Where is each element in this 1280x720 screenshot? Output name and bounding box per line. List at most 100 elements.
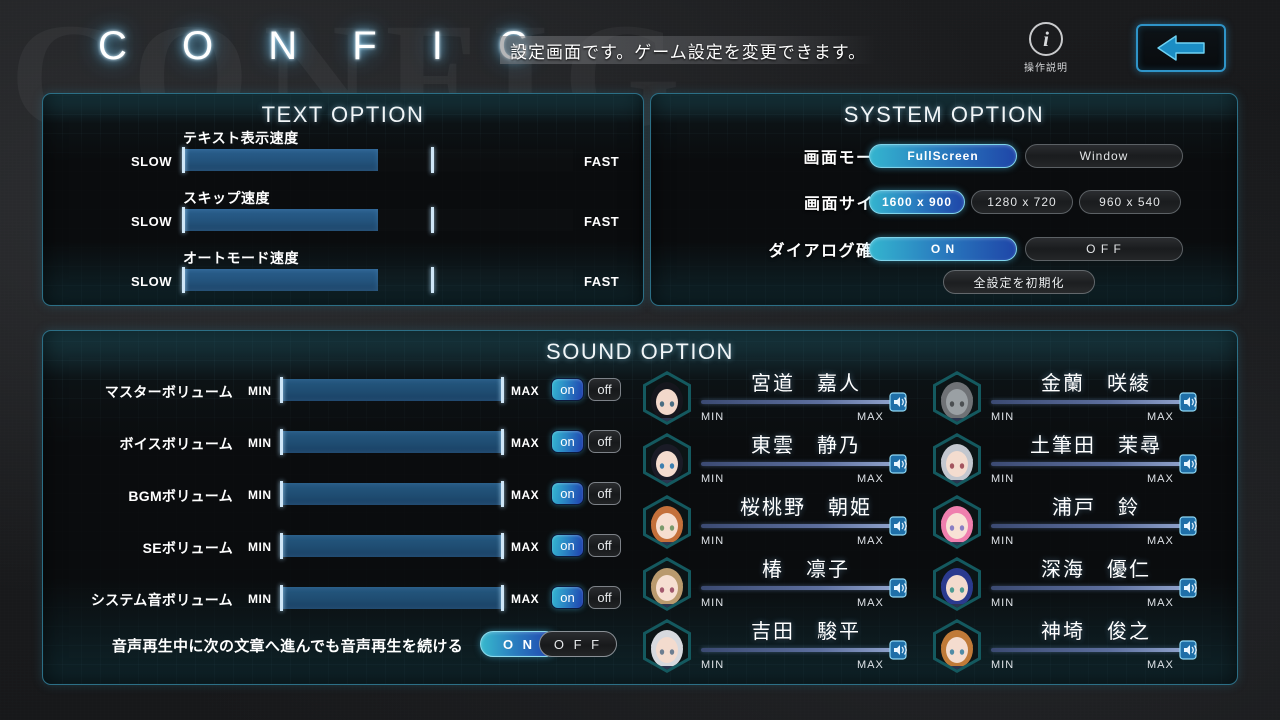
avatar[interactable] xyxy=(933,619,981,673)
speaker-icon[interactable] xyxy=(889,516,911,536)
character-volume-slider[interactable] xyxy=(991,462,1189,466)
character-name: 浦戸 鈴 xyxy=(1052,497,1140,519)
character-voice-cell: 金蘭 咲綾 MIN MAX xyxy=(933,371,1201,433)
character-volume-slider[interactable] xyxy=(991,524,1189,528)
volume-knob[interactable] xyxy=(501,429,504,455)
volume-on-button[interactable]: on xyxy=(551,430,584,453)
volume-on-button[interactable]: on xyxy=(551,534,584,557)
volume-slider[interactable] xyxy=(280,429,504,455)
volume-off-button[interactable]: off xyxy=(588,430,621,453)
continue-voice-off-button[interactable]: O F F xyxy=(539,631,617,657)
screen-mode-fullscreen-button[interactable]: FullScreen xyxy=(869,144,1017,168)
volume-on-button[interactable]: on xyxy=(551,482,584,505)
volume-off-button[interactable]: off xyxy=(588,482,621,505)
character-portrait-icon xyxy=(646,436,688,484)
character-volume-slider[interactable] xyxy=(701,400,899,404)
speaker-icon[interactable] xyxy=(1179,640,1201,660)
dialog-confirm-on-button[interactable]: O N xyxy=(869,237,1017,261)
screen-mode-window-button[interactable]: Window xyxy=(1025,144,1183,168)
volume-label: ボイスボリューム xyxy=(119,436,233,452)
character-volume-slider[interactable] xyxy=(701,648,899,652)
avatar[interactable] xyxy=(933,433,981,487)
volume-off-button[interactable]: off xyxy=(588,534,621,557)
volume-slider[interactable] xyxy=(280,377,504,403)
volume-row: マスターボリューム MIN MAX on off xyxy=(43,377,653,409)
volume-off-button[interactable]: off xyxy=(588,378,621,401)
volume-on-button[interactable]: on xyxy=(551,586,584,609)
avatar[interactable] xyxy=(643,557,691,611)
screen-mode-label: 画面モード xyxy=(803,150,891,167)
avatar[interactable] xyxy=(933,557,981,611)
volume-knob-min xyxy=(280,377,283,403)
auto-speed-min-label: SLOW xyxy=(131,274,172,289)
skip-speed-knob[interactable] xyxy=(182,207,185,233)
character-volume-slider[interactable] xyxy=(701,462,899,466)
volume-slider[interactable] xyxy=(280,585,504,611)
dialog-confirm-off-button[interactable]: O F F xyxy=(1025,237,1183,261)
screen-size-960x540-button[interactable]: 960 x 540 xyxy=(1079,190,1181,214)
volume-knob[interactable] xyxy=(501,533,504,559)
auto-speed-slider[interactable] xyxy=(182,267,573,293)
text-speed-knob[interactable] xyxy=(182,147,185,173)
text-speed-slider[interactable] xyxy=(182,147,573,173)
volume-row: SEボリューム MIN MAX on off xyxy=(43,533,653,565)
volume-label: システム音ボリューム xyxy=(90,592,233,608)
volume-fill xyxy=(281,587,503,609)
speaker-icon[interactable] xyxy=(889,392,911,412)
avatar[interactable] xyxy=(933,495,981,549)
character-volume-min-label: MIN xyxy=(701,659,725,671)
dialog-confirm-row: ダイアログ確認 O N O F F xyxy=(651,229,1237,269)
auto-speed-knob[interactable] xyxy=(182,267,185,293)
character-volume-slider[interactable] xyxy=(991,586,1189,590)
character-name: 桜桃野 朝姫 xyxy=(740,497,872,519)
skip-speed-max-label: FAST xyxy=(584,214,620,229)
character-name: 東雲 静乃 xyxy=(751,435,861,457)
character-name: 神埼 俊之 xyxy=(1041,621,1151,643)
character-portrait-icon xyxy=(646,498,688,546)
volume-on-button[interactable]: on xyxy=(551,378,584,401)
character-volume-slider[interactable] xyxy=(991,648,1189,652)
volume-off-button[interactable]: off xyxy=(588,586,621,609)
reset-all-settings-button[interactable]: 全設定を初期化 xyxy=(943,270,1095,294)
character-volume-slider[interactable] xyxy=(701,586,899,590)
avatar[interactable] xyxy=(643,619,691,673)
avatar[interactable] xyxy=(643,495,691,549)
volume-knob-min xyxy=(280,533,283,559)
character-portrait-icon xyxy=(936,622,978,670)
character-portrait-icon xyxy=(936,498,978,546)
character-volume-slider[interactable] xyxy=(701,524,899,528)
screen-size-1600x900-button[interactable]: 1600 x 900 xyxy=(869,190,965,214)
speaker-icon[interactable] xyxy=(1179,454,1201,474)
volume-slider[interactable] xyxy=(280,533,504,559)
back-button[interactable] xyxy=(1136,24,1226,72)
speaker-icon[interactable] xyxy=(1179,578,1201,598)
skip-speed-slider[interactable] xyxy=(182,207,573,233)
speaker-icon[interactable] xyxy=(889,454,911,474)
volume-knob[interactable] xyxy=(501,481,504,507)
volume-slider[interactable] xyxy=(280,481,504,507)
volume-knob[interactable] xyxy=(501,585,504,611)
speaker-icon[interactable] xyxy=(889,640,911,660)
page-title: C O N F I G xyxy=(98,24,552,68)
volume-knob-min xyxy=(280,429,283,455)
character-portrait-icon xyxy=(646,374,688,422)
speaker-icon[interactable] xyxy=(889,578,911,598)
help-button[interactable]: i 操作説明 xyxy=(1018,22,1074,74)
avatar[interactable] xyxy=(933,371,981,425)
character-volume-slider[interactable] xyxy=(991,400,1189,404)
text-speed-label: テキスト表示速度 xyxy=(183,130,299,146)
speaker-icon[interactable] xyxy=(1179,516,1201,536)
screen-size-1280x720-button[interactable]: 1280 x 720 xyxy=(971,190,1073,214)
speaker-icon[interactable] xyxy=(1179,392,1201,412)
volume-knob[interactable] xyxy=(501,377,504,403)
character-volume-min-label: MIN xyxy=(991,597,1015,609)
avatar[interactable] xyxy=(643,433,691,487)
back-arrow-icon xyxy=(1157,35,1205,61)
character-voice-cell: 宮道 嘉人 MIN MAX xyxy=(643,371,911,433)
volume-label: BGMボリューム xyxy=(128,488,233,504)
avatar[interactable] xyxy=(643,371,691,425)
text-option-panel: TEXT OPTION テキスト表示速度 SLOW FAST スキップ速度 SL… xyxy=(42,93,644,306)
volume-min-label: MIN xyxy=(248,540,272,554)
character-voice-cell: 東雲 静乃 MIN MAX xyxy=(643,433,911,495)
volume-max-label: MAX xyxy=(511,592,540,606)
